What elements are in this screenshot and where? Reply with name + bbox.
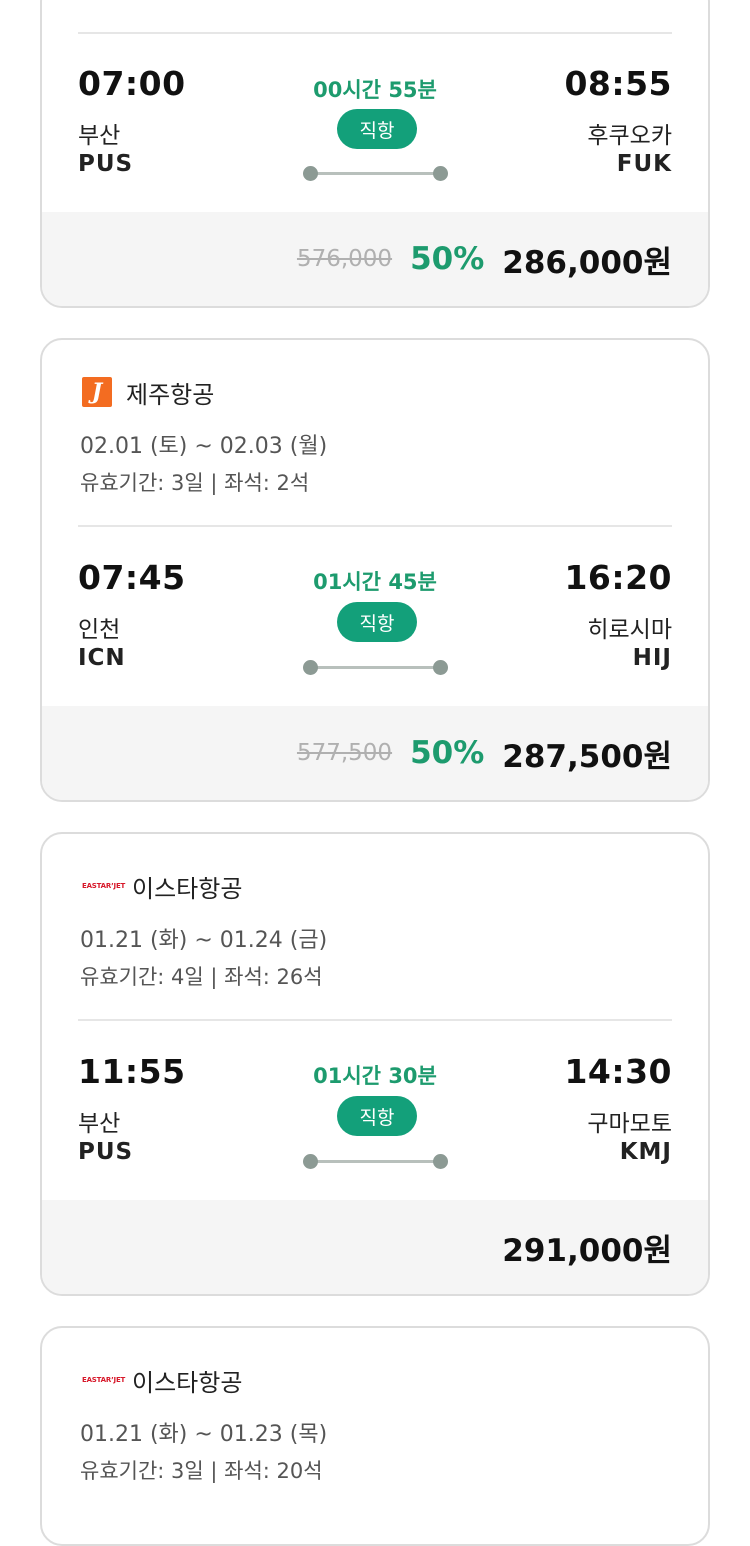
departure-code: PUS [78, 151, 134, 177]
arrival-code: FUK [616, 151, 672, 177]
final-price: 286,000원 [502, 244, 672, 281]
direct-badge: 직항 [337, 1096, 417, 1136]
departure-code: PUS [78, 1139, 134, 1165]
arrival-city: 구마모토 [587, 1111, 672, 1137]
route-end-dot [433, 1154, 448, 1169]
validity-seats: 유효기간: 3일 | 좌석: 2석 [80, 471, 310, 495]
price-bar: 577,500 50% 287,500원 [42, 706, 708, 800]
final-price: 287,500원 [502, 738, 672, 775]
discount-rate: 50% [410, 735, 485, 771]
divider [78, 32, 672, 34]
airline-name: 이스타항공 [132, 874, 243, 903]
airline-row: EASTAR’JET 이스타항공 [82, 870, 243, 903]
arrival-code: HIJ [632, 645, 672, 671]
departure-city: 인천 [78, 617, 121, 643]
departure-city: 부산 [78, 1111, 121, 1137]
arrival-time: 08:55 [564, 64, 672, 103]
final-price: 291,000원 [502, 1232, 672, 1269]
route-end-dot [433, 660, 448, 675]
airline-name: 이스타항공 [132, 1368, 243, 1397]
flight-card[interactable]: 07:00 부산 PUS 00시간 55분 직항 08:55 후쿠오카 FUK … [40, 0, 710, 308]
route-start-dot [303, 660, 318, 675]
arrival-time: 16:20 [564, 558, 672, 597]
airline-row: EASTAR’JET 이스타항공 [82, 1364, 243, 1397]
price-bar: 291,000원 [42, 1200, 708, 1294]
arrival-code: KMJ [619, 1139, 672, 1165]
airline-row: J 제주항공 [82, 376, 215, 409]
direct-badge: 직항 [337, 109, 417, 149]
route-line [310, 172, 442, 175]
divider [78, 1019, 672, 1021]
original-price: 577,500 [296, 740, 393, 766]
flight-card[interactable]: EASTAR’JET 이스타항공 01.21 (화) ~ 01.23 (목) 유… [40, 1326, 710, 1546]
travel-dates: 01.21 (화) ~ 01.24 (금) [80, 928, 328, 953]
route-line [310, 1160, 442, 1163]
flight-card[interactable]: EASTAR’JET 이스타항공 01.21 (화) ~ 01.24 (금) 유… [40, 832, 710, 1296]
original-price: 576,000 [296, 246, 393, 272]
route-line [310, 666, 442, 669]
eastar-jet-logo-icon: EASTAR’JET [82, 882, 126, 890]
discount-rate: 50% [410, 241, 485, 277]
divider [78, 525, 672, 527]
departure-city: 부산 [78, 123, 121, 149]
eastar-jet-logo-icon: EASTAR’JET [82, 1376, 126, 1384]
arrival-city: 히로시마 [587, 617, 672, 643]
validity-seats: 유효기간: 3일 | 좌석: 20석 [80, 1459, 323, 1483]
arrival-city: 후쿠오카 [587, 123, 672, 149]
route-start-dot [303, 1154, 318, 1169]
flight-card[interactable]: J 제주항공 02.01 (토) ~ 02.03 (월) 유효기간: 3일 | … [40, 338, 710, 802]
validity-seats: 유효기간: 4일 | 좌석: 26석 [80, 965, 323, 989]
price-bar: 576,000 50% 286,000원 [42, 212, 708, 306]
travel-dates: 01.21 (화) ~ 01.23 (목) [80, 1422, 328, 1447]
route-end-dot [433, 166, 448, 181]
airline-name: 제주항공 [126, 380, 215, 409]
route-start-dot [303, 166, 318, 181]
jeju-air-logo-icon: J [82, 377, 112, 407]
departure-code: ICN [78, 645, 126, 671]
direct-badge: 직항 [337, 602, 417, 642]
arrival-time: 14:30 [564, 1052, 672, 1091]
travel-dates: 02.01 (토) ~ 02.03 (월) [80, 434, 328, 459]
